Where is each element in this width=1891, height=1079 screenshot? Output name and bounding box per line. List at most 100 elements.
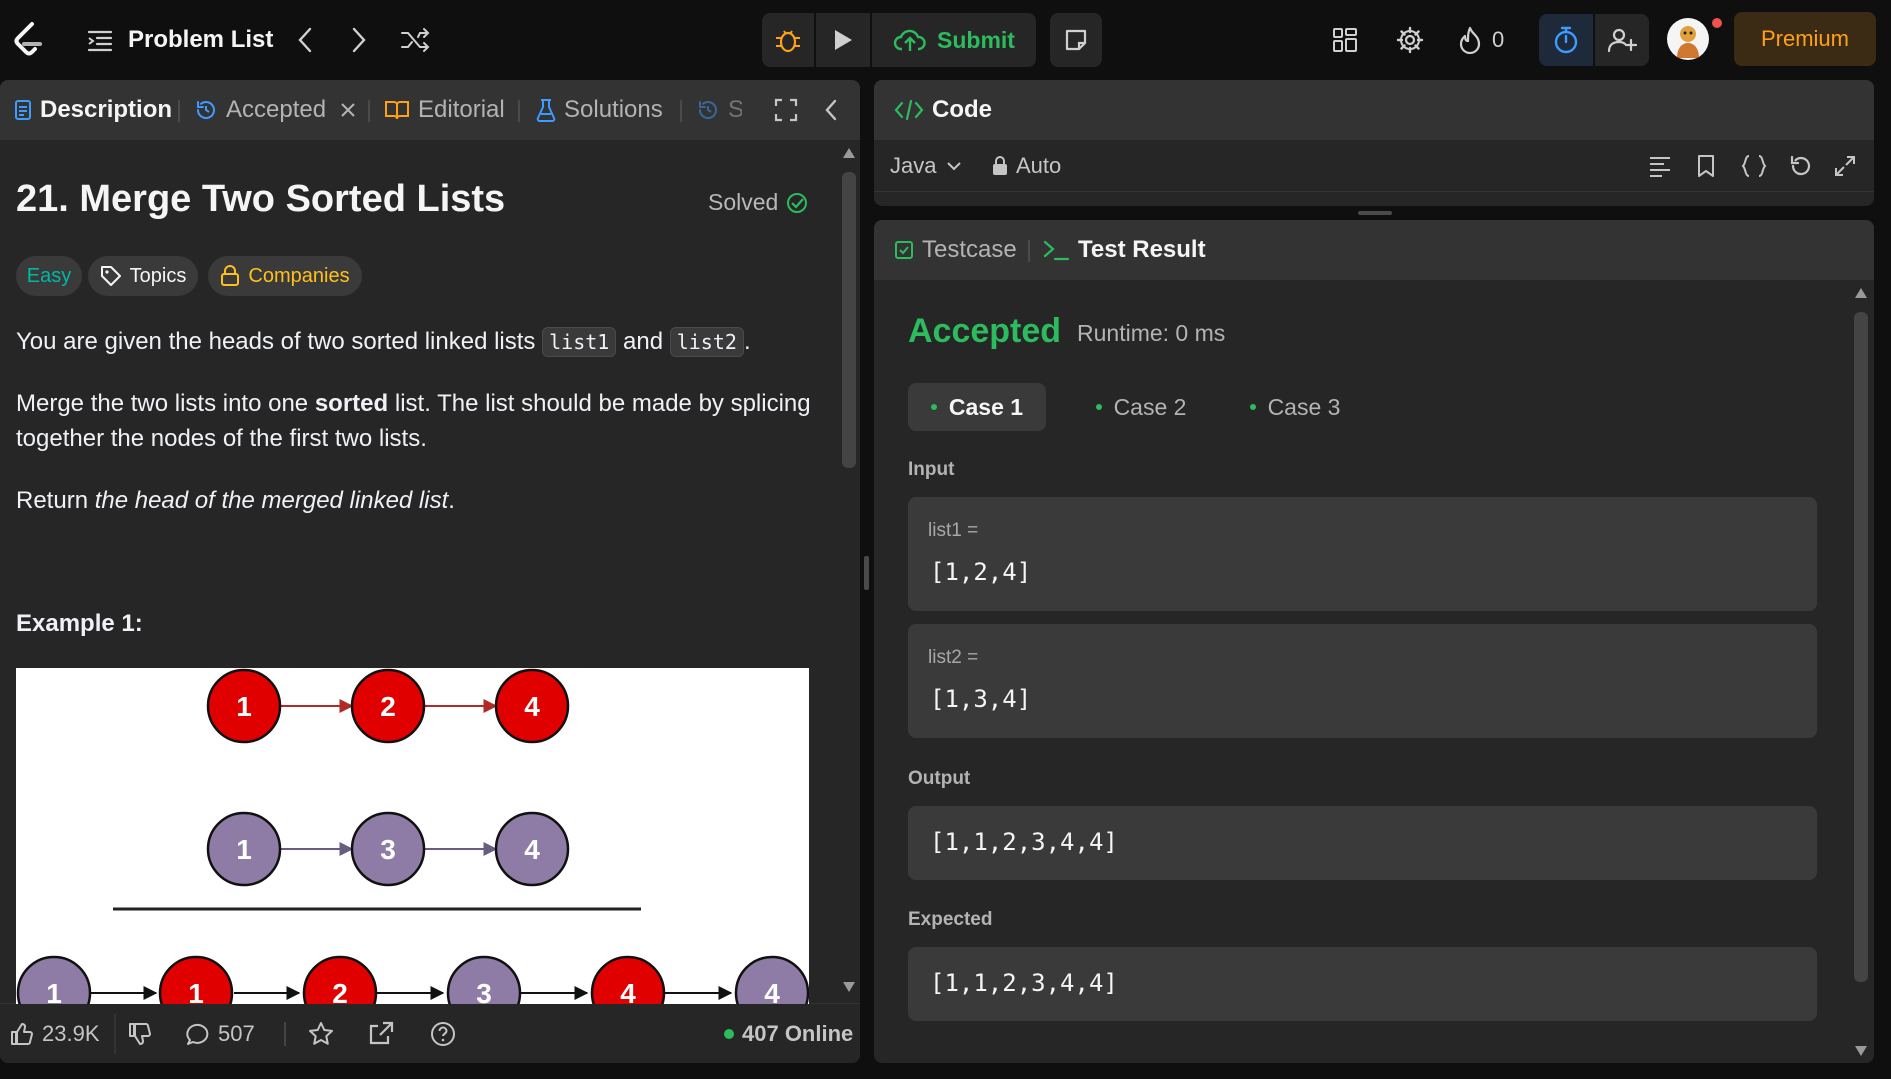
run-button[interactable]	[816, 13, 870, 67]
scroll-up-arrow[interactable]	[842, 146, 856, 160]
list-node-label: 4	[620, 978, 636, 1004]
list1-name: list1 =	[928, 520, 979, 541]
auto-label: Auto	[1016, 153, 1062, 178]
bookmark-button[interactable]	[1696, 140, 1716, 192]
fire-icon	[1459, 26, 1481, 54]
output-box: [1,1,2,3,4,4]	[908, 806, 1817, 880]
braces-button[interactable]	[1740, 140, 1768, 192]
shuffle-button[interactable]	[397, 22, 433, 58]
book-icon	[384, 99, 410, 121]
lock-icon	[221, 265, 240, 286]
cloud-upload-icon	[893, 29, 926, 51]
reset-button[interactable]	[1788, 140, 1812, 192]
notes-button[interactable]	[1050, 13, 1102, 67]
case-tab-2[interactable]: Case 2	[1072, 383, 1210, 431]
tab-test-result[interactable]: Test Result	[1042, 220, 1206, 280]
description-paragraph-3: Return the head of the merged linked lis…	[16, 487, 455, 514]
tab-solutions[interactable]: Solutions	[536, 80, 663, 140]
notification-dot	[1712, 18, 1722, 28]
premium-button[interactable]: Premium	[1734, 12, 1876, 66]
tab-code[interactable]: Code	[894, 80, 992, 140]
avatar[interactable]	[1667, 18, 1709, 60]
case-tab-3[interactable]: Case 3	[1226, 383, 1364, 431]
settings-button[interactable]	[1392, 22, 1428, 58]
language-select[interactable]: Java	[890, 140, 970, 192]
maximize-icon	[1835, 156, 1855, 176]
document-icon	[14, 99, 32, 121]
tab-divider	[1028, 240, 1030, 262]
status-dot	[1095, 404, 1102, 410]
online-count: 407 Online	[724, 1004, 853, 1063]
tab-description[interactable]: Description	[14, 80, 172, 140]
problem-title[interactable]: 21. Merge Two Sorted Lists	[16, 178, 505, 221]
tab-editorial[interactable]: Editorial	[384, 80, 505, 140]
vertical-resize-handle[interactable]	[864, 556, 869, 590]
scroll-up-arrow[interactable]	[1854, 286, 1868, 300]
invite-button[interactable]	[1595, 14, 1649, 66]
auto-mode[interactable]: Auto	[992, 140, 1061, 192]
submit-button[interactable]: Submit	[872, 13, 1036, 67]
gear-icon	[1396, 26, 1424, 54]
scroll-down-arrow[interactable]	[1854, 1044, 1868, 1058]
help-button[interactable]	[430, 1004, 456, 1063]
input-label: Input	[908, 459, 955, 480]
dislike-button[interactable]	[128, 1004, 152, 1063]
status-dot	[930, 404, 937, 410]
tab-accepted[interactable]: Accepted	[194, 80, 364, 140]
scroll-down-arrow[interactable]	[842, 980, 856, 994]
description-footer: 23.9K 507 407 Online	[0, 1003, 860, 1063]
bug-icon	[776, 30, 800, 53]
divider	[114, 1014, 116, 1054]
leetcode-logo[interactable]	[10, 18, 46, 62]
tab-divider	[368, 100, 370, 122]
debug-button[interactable]	[762, 13, 814, 67]
list-node-label: 1	[46, 978, 62, 1004]
case-tab-1[interactable]: Case 1	[908, 383, 1046, 431]
scrollbar-thumb[interactable]	[842, 172, 856, 468]
result-status: Accepted	[908, 312, 1062, 350]
stopwatch-icon	[1554, 26, 1578, 54]
topics-chip[interactable]: Topics	[88, 256, 198, 296]
list-node-label: 2	[380, 691, 396, 722]
submit-label: Submit	[937, 26, 1015, 53]
tab-divider	[680, 100, 682, 122]
list-node-label: 2	[332, 978, 348, 1004]
next-problem-button[interactable]	[344, 22, 374, 58]
solved-label: Solved	[708, 189, 779, 215]
online-label: 407 Online	[742, 1021, 854, 1046]
like-button[interactable]: 23.9K	[10, 1004, 100, 1063]
streak-counter[interactable]: 0	[1458, 22, 1504, 58]
format-button[interactable]	[1648, 140, 1672, 192]
expected-label: Expected	[908, 909, 993, 930]
divider	[284, 1022, 286, 1046]
problem-list-link[interactable]: Problem List	[128, 20, 273, 60]
layout-button[interactable]	[1328, 22, 1362, 58]
maximize-button[interactable]	[1834, 140, 1856, 192]
note-icon	[1065, 29, 1087, 51]
code-list2: list2	[669, 327, 744, 357]
align-left-icon	[1650, 157, 1670, 177]
like-count: 23.9K	[42, 1021, 100, 1046]
difficulty-badge: Easy	[16, 256, 82, 296]
tab-testcase[interactable]: Testcase	[894, 220, 1017, 280]
comments-button[interactable]: 507	[186, 1004, 255, 1063]
tab-test-result-label: Test Result	[1078, 236, 1206, 263]
collapse-panel-button[interactable]	[824, 80, 838, 140]
timer-button[interactable]	[1539, 14, 1593, 66]
tab-submissions[interactable]: S	[696, 80, 742, 140]
prev-problem-button[interactable]	[290, 22, 320, 58]
fullscreen-button[interactable]	[774, 80, 798, 140]
favorite-button[interactable]	[308, 1004, 334, 1063]
code-list1: list1	[542, 327, 617, 357]
list-icon[interactable]	[84, 24, 116, 56]
close-icon[interactable]	[340, 102, 356, 118]
checkbox-icon	[894, 240, 914, 260]
companies-chip[interactable]: Companies	[208, 256, 362, 296]
resize-handle[interactable]	[1358, 211, 1392, 215]
help-icon	[431, 1022, 455, 1046]
avatar-icon	[1677, 26, 1699, 58]
check-circle-icon	[786, 192, 808, 214]
share-button[interactable]	[368, 1004, 394, 1063]
result-scrollbar-thumb[interactable]	[1854, 312, 1868, 982]
star-icon	[309, 1022, 333, 1045]
